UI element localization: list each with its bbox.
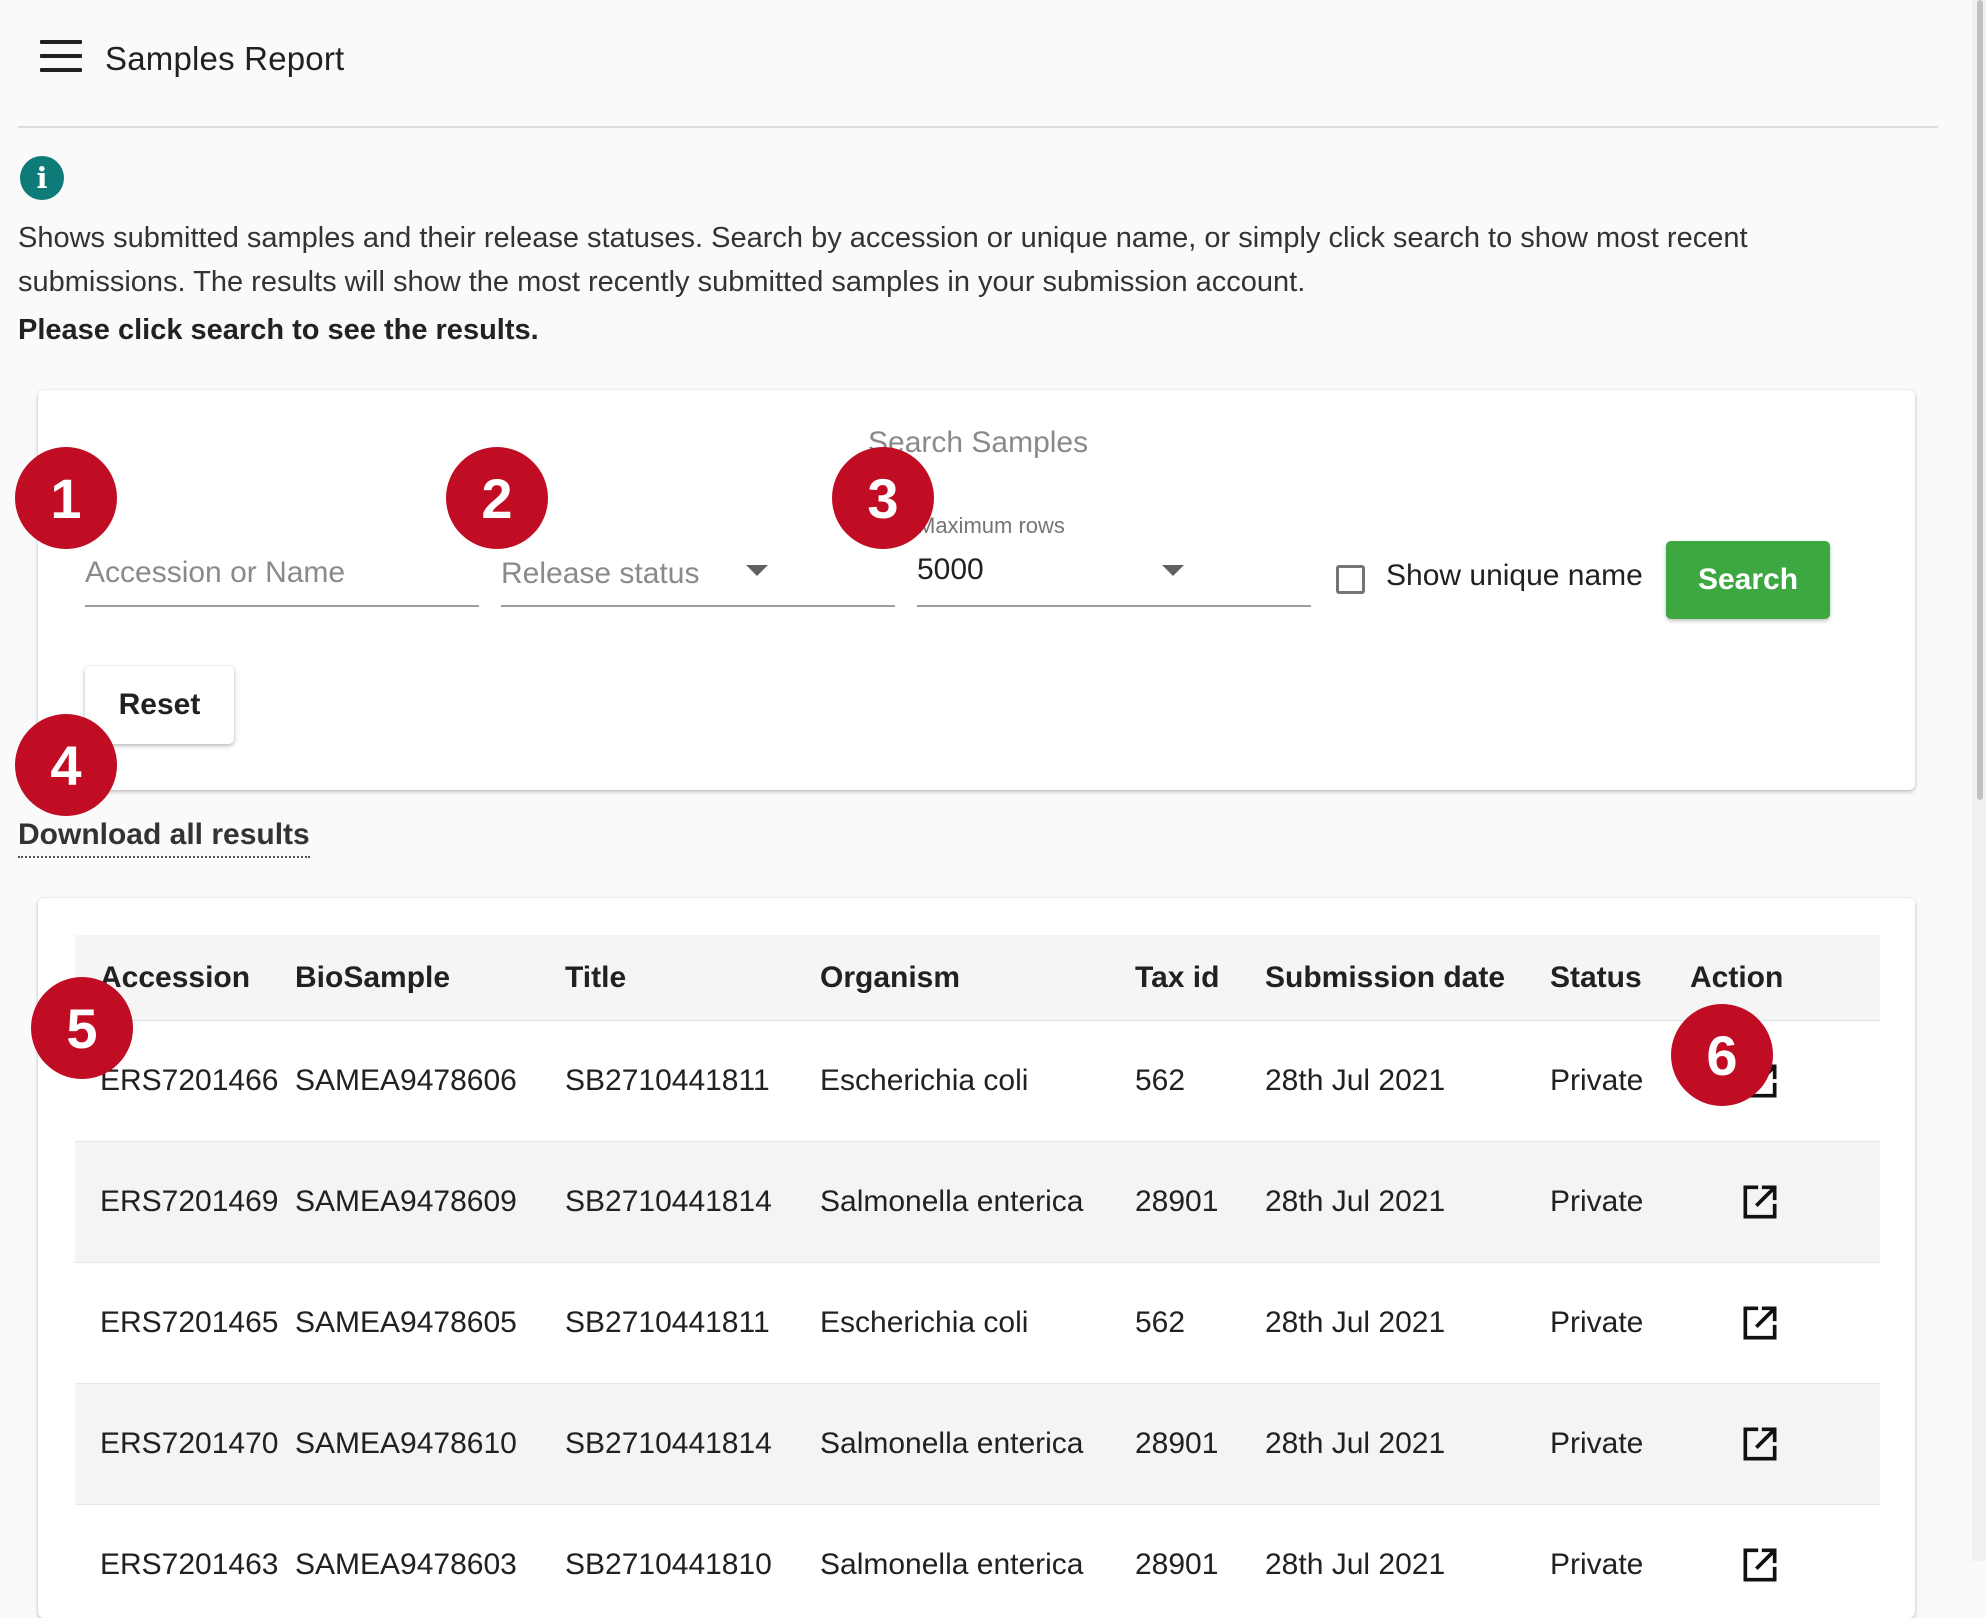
cell-action <box>1690 1384 1880 1505</box>
show-unique-name-checkbox[interactable] <box>1336 565 1365 594</box>
open-in-new-icon[interactable] <box>1738 1180 1782 1224</box>
cell-status: Private <box>1550 1384 1690 1505</box>
cell-biosample: SAMEA9478605 <box>295 1263 565 1384</box>
cell-status: Private <box>1550 1142 1690 1263</box>
cell-title: SB2710441811 <box>565 1263 820 1384</box>
cell-organism: Escherichia coli <box>820 1021 1135 1142</box>
cell-biosample: SAMEA9478610 <box>295 1384 565 1505</box>
cell-biosample: SAMEA9478609 <box>295 1142 565 1263</box>
cell-title: SB2710441811 <box>565 1021 820 1142</box>
cell-title: SB2710441814 <box>565 1142 820 1263</box>
column-header-submission-date[interactable]: Submission date <box>1265 935 1550 1021</box>
info-description: Shows submitted samples and their releas… <box>18 216 1918 352</box>
info-line-1: Shows submitted samples and their releas… <box>18 216 1918 260</box>
download-all-results-link[interactable]: Download all results <box>18 818 310 858</box>
column-header-title[interactable]: Title <box>565 935 820 1021</box>
cell-tax-id: 28901 <box>1135 1505 1265 1618</box>
cell-submission-date: 28th Jul 2021 <box>1265 1021 1550 1142</box>
results-table: Accession BioSample Title Organism Tax i… <box>75 935 1880 1618</box>
cell-submission-date: 28th Jul 2021 <box>1265 1142 1550 1263</box>
cell-tax-id: 28901 <box>1135 1384 1265 1505</box>
cell-accession: ERS7201469 <box>75 1142 295 1263</box>
table-header-row: Accession BioSample Title Organism Tax i… <box>75 935 1880 1021</box>
cell-title: SB2710441814 <box>565 1384 820 1505</box>
callout-badge-4: 4 <box>15 714 117 816</box>
cell-submission-date: 28th Jul 2021 <box>1265 1263 1550 1384</box>
column-header-biosample[interactable]: BioSample <box>295 935 565 1021</box>
table-row: ERS7201465 SAMEA9478605 SB2710441811 Esc… <box>75 1263 1880 1384</box>
callout-badge-2: 2 <box>446 447 548 549</box>
max-rows-select[interactable]: Maximum rows 5000 <box>917 545 1311 607</box>
column-header-organism[interactable]: Organism <box>820 935 1135 1021</box>
results-card: Accession BioSample Title Organism Tax i… <box>38 898 1915 1618</box>
column-header-tax-id[interactable]: Tax id <box>1135 935 1265 1021</box>
cell-accession: ERS7201463 <box>75 1505 295 1618</box>
callout-badge-5: 5 <box>31 977 133 1079</box>
cell-status: Private <box>1550 1263 1690 1384</box>
callout-badge-1: 1 <box>15 447 117 549</box>
cell-action <box>1690 1142 1880 1263</box>
open-in-new-icon[interactable] <box>1738 1543 1782 1587</box>
cell-tax-id: 562 <box>1135 1263 1265 1384</box>
release-status-select[interactable]: Release status <box>501 545 895 607</box>
chevron-down-icon <box>746 565 768 576</box>
search-button[interactable]: Search <box>1666 541 1830 619</box>
info-icon: i <box>20 156 64 200</box>
cell-accession: ERS7201470 <box>75 1384 295 1505</box>
table-row: ERS7201470 SAMEA9478610 SB2710441814 Sal… <box>75 1384 1880 1505</box>
cell-biosample: SAMEA9478606 <box>295 1021 565 1142</box>
cell-accession: ERS7201465 <box>75 1263 295 1384</box>
table-row: ERS7201466 SAMEA9478606 SB2710441811 Esc… <box>75 1021 1880 1142</box>
cell-organism: Salmonella enterica <box>820 1384 1135 1505</box>
max-rows-value: 5000 <box>917 553 984 587</box>
show-unique-name-label[interactable]: Show unique name <box>1386 559 1643 593</box>
cell-status: Private <box>1550 1505 1690 1618</box>
accession-field[interactable] <box>85 545 479 607</box>
release-status-label: Release status <box>501 557 699 591</box>
open-in-new-icon[interactable] <box>1738 1422 1782 1466</box>
cell-submission-date: 28th Jul 2021 <box>1265 1505 1550 1618</box>
open-in-new-icon[interactable] <box>1738 1301 1782 1345</box>
cell-biosample: SAMEA9478603 <box>295 1505 565 1618</box>
cell-status: Private <box>1550 1021 1690 1142</box>
cell-organism: Escherichia coli <box>820 1263 1135 1384</box>
chevron-down-icon <box>1162 565 1184 576</box>
cell-title: SB2710441810 <box>565 1505 820 1618</box>
info-instruction: Please click search to see the results. <box>18 308 1918 352</box>
cell-tax-id: 28901 <box>1135 1142 1265 1263</box>
cell-organism: Salmonella enterica <box>820 1142 1135 1263</box>
cell-submission-date: 28th Jul 2021 <box>1265 1384 1550 1505</box>
cell-tax-id: 562 <box>1135 1021 1265 1142</box>
reset-button[interactable]: Reset <box>85 666 234 744</box>
table-row: ERS7201463 SAMEA9478603 SB2710441810 Sal… <box>75 1505 1880 1618</box>
callout-badge-6: 6 <box>1671 1004 1773 1106</box>
table-row: ERS7201469 SAMEA9478609 SB2710441814 Sal… <box>75 1142 1880 1263</box>
page-title: Samples Report <box>105 40 344 78</box>
callout-badge-3: 3 <box>832 447 934 549</box>
scrollbar-thumb[interactable] <box>1977 0 1983 800</box>
cell-action <box>1690 1263 1880 1384</box>
cell-organism: Salmonella enterica <box>820 1505 1135 1618</box>
max-rows-label: Maximum rows <box>917 513 1065 539</box>
info-line-2: submissions. The results will show the m… <box>18 260 1918 304</box>
header-divider <box>18 126 1938 128</box>
cell-action <box>1690 1505 1880 1618</box>
column-header-status[interactable]: Status <box>1550 935 1690 1021</box>
accession-input[interactable] <box>85 545 479 601</box>
menu-icon[interactable] <box>40 40 82 72</box>
